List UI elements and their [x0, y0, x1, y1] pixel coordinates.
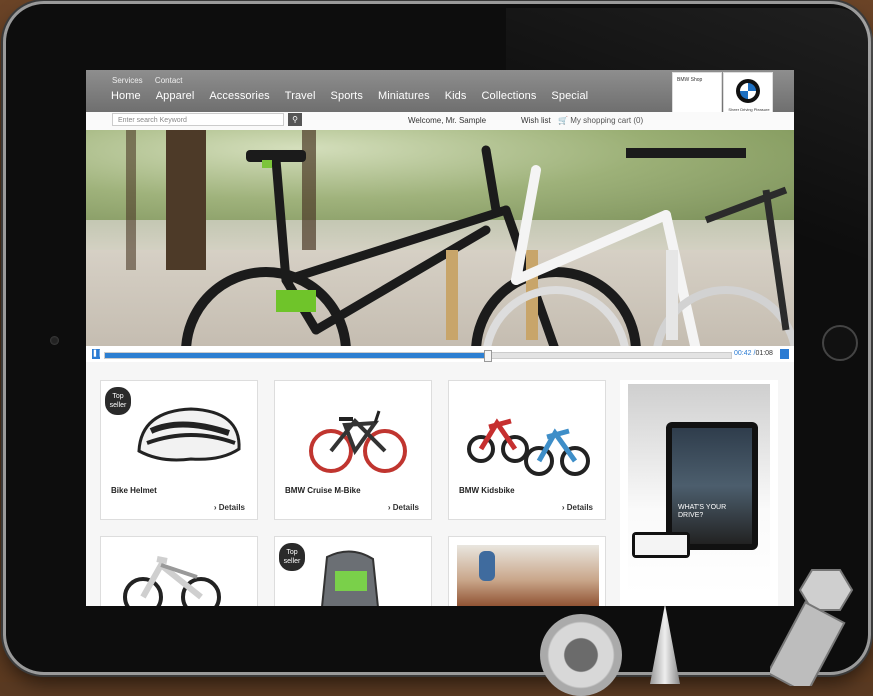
shopping-cart-link[interactable]: 🛒 My shopping cart (0) — [558, 116, 643, 125]
camera-icon — [50, 336, 59, 345]
video-current-time: 00:42 — [734, 350, 752, 357]
hero-video[interactable] — [86, 130, 794, 346]
product-card[interactable]: Top seller — [274, 536, 432, 606]
rider-figure — [479, 551, 495, 581]
home-button[interactable] — [822, 325, 858, 361]
nav-apparel[interactable]: Apparel — [156, 90, 195, 102]
pause-icon: ❚❚ — [92, 350, 104, 357]
nav-travel[interactable]: Travel — [285, 90, 316, 102]
brand-shop-label: BMW Shop — [677, 77, 703, 83]
secondary-links: Services Contact — [112, 76, 193, 85]
cart-icon: 🛒 — [558, 116, 568, 125]
nav-collections[interactable]: Collections — [482, 90, 537, 102]
product-card[interactable]: BMW Kidsbike › Details — [448, 380, 606, 520]
product-card[interactable] — [448, 536, 606, 606]
phone-mockup — [632, 532, 690, 558]
phone-mockup-screen — [635, 535, 687, 555]
fullscreen-button[interactable] — [780, 349, 789, 359]
details-link[interactable]: › Details — [214, 503, 245, 512]
backpack-image — [321, 550, 379, 606]
details-link[interactable]: › Details — [562, 503, 593, 512]
tablet-mockup-screen — [672, 428, 752, 544]
details-label: Details — [566, 503, 593, 512]
promo-headline: WHAT'S YOUR DRIVE? — [678, 504, 727, 519]
nav-miniatures[interactable]: Miniatures — [378, 90, 430, 102]
utility-bar: Enter search Keyword ⚲ Welcome, Mr. Samp… — [86, 112, 794, 131]
details-label: Details — [392, 503, 419, 512]
product-name[interactable]: Bike Helmet — [111, 486, 157, 495]
main-nav: Home Apparel Accessories Travel Sports M… — [111, 90, 603, 102]
link-contact[interactable]: Contact — [155, 76, 183, 85]
product-name[interactable]: BMW Cruise M-Bike — [285, 486, 361, 495]
details-link[interactable]: › Details — [388, 503, 419, 512]
search-button[interactable]: ⚲ — [288, 113, 302, 126]
cart-label: My shopping cart (0) — [570, 116, 644, 125]
cruise-bike-image — [309, 410, 407, 473]
search-icon: ⚲ — [292, 115, 298, 124]
product-card[interactable]: Top seller Bike Helmet › Details — [100, 380, 258, 520]
pause-button[interactable]: ❚❚ — [92, 349, 104, 359]
welcome-text: Welcome, Mr. Sample — [408, 116, 487, 125]
product-grid: Top seller Bike Helmet › Details BMW Cru… — [86, 362, 794, 606]
video-total-time: 01:08 — [755, 350, 773, 357]
link-services[interactable]: Services — [112, 76, 143, 85]
nav-home[interactable]: Home — [111, 90, 141, 102]
bmw-roundel-icon — [736, 79, 760, 103]
kidsbike-image — [467, 418, 590, 476]
product-card[interactable]: BMW Cruise M-Bike › Details — [274, 380, 432, 520]
nav-special[interactable]: Special — [551, 90, 588, 102]
nav-sports[interactable]: Sports — [331, 90, 363, 102]
video-controls: ❚❚ 00:42 /01:08 — [86, 346, 794, 362]
sport-photo — [457, 545, 599, 606]
details-label: Details — [218, 503, 245, 512]
search-input[interactable]: Enter search Keyword — [112, 113, 284, 126]
ebike-image — [123, 556, 221, 606]
bolt-tool — [770, 569, 854, 686]
wish-list-link[interactable]: Wish list — [521, 116, 551, 125]
screen: Services Contact Home Apparel Accessorie… — [86, 70, 794, 606]
video-scrubber-handle[interactable] — [483, 350, 492, 362]
hero-bikes-illustration — [181, 145, 794, 346]
tablet-mockup: WHAT'S YOUR DRIVE? — [666, 422, 758, 550]
wrench-tool — [540, 614, 622, 696]
nav-accessories[interactable]: Accessories — [209, 90, 269, 102]
helmet-image — [137, 407, 241, 462]
nav-kids[interactable]: Kids — [445, 90, 467, 102]
video-time: 00:42 /01:08 — [734, 350, 773, 357]
product-name[interactable]: BMW Kidsbike — [459, 486, 515, 495]
product-card[interactable] — [100, 536, 258, 606]
video-progress-fill — [105, 353, 487, 358]
app-promo-card[interactable]: WHAT'S YOUR DRIVE? — [620, 380, 778, 606]
video-progress-track[interactable] — [104, 350, 732, 362]
